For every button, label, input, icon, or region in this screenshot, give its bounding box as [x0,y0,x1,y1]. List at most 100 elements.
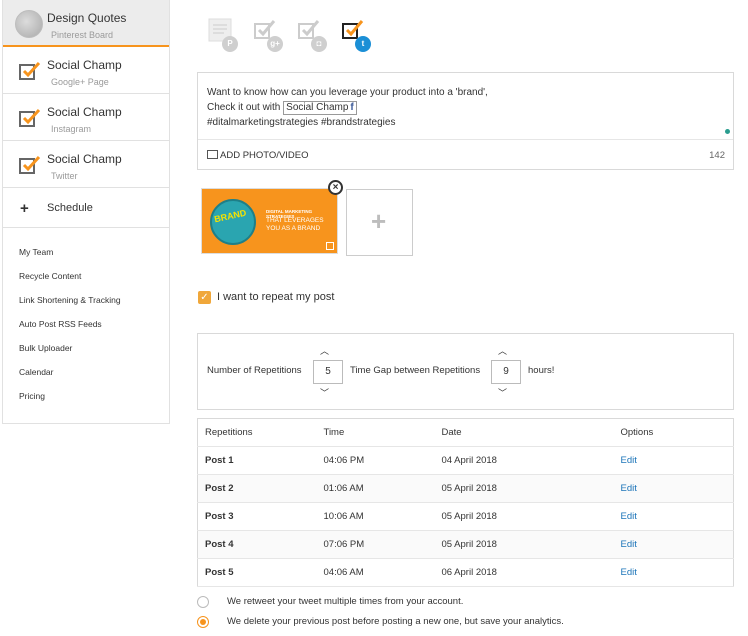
post-time: 07:06 PM [316,530,435,559]
menu-item-my-team[interactable]: My Team [19,246,169,270]
network-google-plus[interactable]: g+ [253,18,283,54]
account-instagram[interactable]: Social Champ Instagram [3,94,169,141]
chevron-down-icon[interactable]: ﹀ [498,386,507,399]
post-time: 01:06 AM [316,474,435,503]
edit-link[interactable]: Edit [621,567,637,578]
post-label: Post 5 [197,558,317,587]
chevron-up-icon[interactable]: ︿ [320,344,329,357]
post-label: Post 1 [197,446,317,475]
repetition-settings: Number of Repetitions ︿ 5 ﹀ Time Gap bet… [197,333,734,410]
menu-item-calendar[interactable]: Calendar [19,366,169,390]
checkbox-icon [326,242,334,250]
repetitions-table: Repetitions Time Date Options Post 1 04:… [197,418,734,587]
table-row: Post 5 04:06 AM 06 April 2018 Edit [197,558,734,587]
account-type: Google+ Page [51,77,109,87]
image-icon [207,150,218,159]
post-time: 04:06 AM [316,558,435,587]
account-type: Twitter [51,171,78,181]
time-gap-label: Time Gap between Repetitions [350,365,481,376]
social-champ-logo-icon [19,155,41,174]
account-name: Social Champ [47,105,122,119]
network-twitter[interactable]: t [341,18,371,54]
board-avatar [15,10,43,38]
header-time: Time [316,418,435,447]
table-row: Post 2 01:06 AM 05 April 2018 Edit [197,474,734,503]
edit-link[interactable]: Edit [621,539,637,550]
repetitions-label: Number of Repetitions [207,365,302,376]
edit-cell: Edit [613,474,734,503]
chevron-down-icon[interactable]: ﹀ [320,386,329,399]
post-label: Post 4 [197,530,317,559]
menu-item-bulk-uploader[interactable]: Bulk Uploader [19,342,169,366]
plus-icon: + [20,200,29,217]
social-champ-logo-icon [19,61,41,80]
edit-cell: Edit [613,446,734,475]
edit-cell: Edit [613,530,734,559]
post-label: Post 3 [197,502,317,531]
social-champ-logo-icon [19,108,41,127]
retweet-radio[interactable] [197,596,209,608]
header-repetitions: Repetitions [197,418,317,447]
network-instagram[interactable]: ◘ [297,18,327,54]
mention-tag[interactable]: Social Champ f [283,101,357,115]
google-plus-badge: g+ [267,36,283,52]
edit-link[interactable]: Edit [621,483,637,494]
post-date: 05 April 2018 [434,502,614,531]
instagram-badge: ◘ [311,36,327,52]
delete-previous-option-label: We delete your previous post before post… [227,616,564,627]
plus-icon: + [371,206,387,236]
post-date: 05 April 2018 [434,474,614,503]
repeat-checkbox[interactable]: ✓ [198,291,211,304]
account-twitter[interactable]: Social Champ Twitter [3,141,169,188]
menu-item-recycle-content[interactable]: Recycle Content [19,270,169,294]
composer-toolbar: ADD PHOTO/VIDEO 142 [198,139,733,170]
remove-media-button[interactable]: × [328,180,343,195]
edit-link[interactable]: Edit [621,511,637,522]
facebook-icon: f [350,102,354,113]
retweet-option-label: We retweet your tweet multiple times fro… [227,596,464,607]
table-row: Post 4 07:06 PM 05 April 2018 Edit [197,530,734,559]
repeat-label: I want to repeat my post [217,291,335,303]
post-line-2-prefix: Check it out with [207,102,281,113]
table-header-row: Repetitions Time Date Options [197,418,734,447]
status-dot-icon [725,129,730,134]
add-media-button[interactable]: + [346,189,413,256]
header-date: Date [434,418,614,447]
table-row: Post 3 10:06 AM 05 April 2018 Edit [197,502,734,531]
post-time: 04:06 PM [316,446,435,475]
account-name: Social Champ [47,58,122,72]
menu-item-pricing[interactable]: Pricing [19,390,169,414]
time-gap-stepper[interactable]: ︿ 9 ﹀ [491,344,521,400]
chevron-up-icon[interactable]: ︿ [498,344,507,357]
header-options: Options [613,418,734,447]
account-type: Instagram [51,124,92,134]
account-type: Pinterest Board [51,30,114,40]
account-name: Social Champ [47,152,122,166]
post-text[interactable]: Want to know how can you leverage your p… [207,85,488,130]
repetitions-stepper[interactable]: ︿ 5 ﹀ [313,344,343,400]
twitter-badge: t [355,36,371,52]
media-subheading: THAT LEVERAGES YOU AS A BRAND [266,217,324,232]
post-date: 05 April 2018 [434,530,614,559]
account-name: Design Quotes [47,11,127,25]
menu-item-auto-post-rss[interactable]: Auto Post RSS Feeds [19,318,169,342]
hours-label: hours! [528,365,555,376]
time-gap-value[interactable]: 9 [491,360,521,384]
delete-previous-radio[interactable] [197,616,209,628]
post-composer[interactable]: Want to know how can you leverage your p… [197,72,734,170]
media-thumbnail[interactable]: BRAND DIGITAL MARKETING STRATEGIES THAT … [201,188,338,254]
sidebar-menu: My Team Recycle Content Link Shortening … [3,228,169,414]
edit-link[interactable]: Edit [621,455,637,466]
repetitions-value[interactable]: 5 [313,360,343,384]
schedule-button[interactable]: + Schedule [3,188,169,228]
sidebar: Design Quotes Pinterest Board Social Cha… [2,0,170,424]
schedule-label: Schedule [47,202,93,214]
character-count: 142 [709,150,725,161]
pinterest-badge: P [222,36,238,52]
network-pinterest[interactable]: P [208,18,238,54]
post-label: Post 2 [197,474,317,503]
account-design-quotes[interactable]: Design Quotes Pinterest Board [3,0,169,47]
menu-item-link-shortening[interactable]: Link Shortening & Tracking [19,294,169,318]
add-photo-video-button[interactable]: ADD PHOTO/VIDEO [207,150,309,161]
account-google-plus[interactable]: Social Champ Google+ Page [3,47,169,94]
